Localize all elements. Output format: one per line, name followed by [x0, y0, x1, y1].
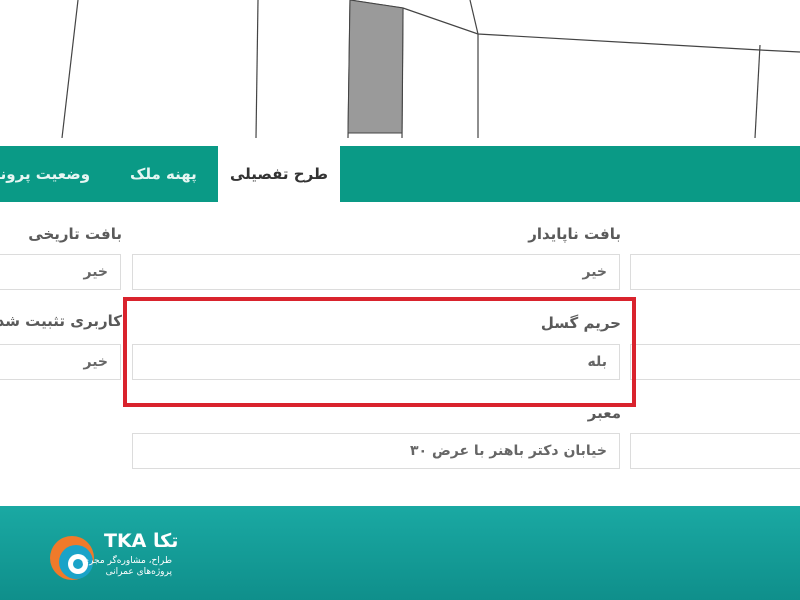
field-right-partial[interactable] [630, 254, 800, 290]
label-fault-zone: حریم گسل [540, 314, 621, 332]
map-boundary-line [469, 0, 479, 35]
brand-tagline-1: طراح، مشاوره‌گر مجری [82, 556, 172, 566]
field-unstable-fabric[interactable]: خیر [132, 254, 620, 290]
brand-tagline-2: پروژه‌های عمرانی [105, 567, 172, 577]
field-fixed-usage[interactable]: خیر [0, 344, 121, 380]
tab-property-zone[interactable]: پهنه ملک [130, 146, 197, 202]
parcel-map[interactable] [0, 0, 800, 138]
field-right-partial[interactable] [630, 433, 800, 469]
brand-latin: TKA [104, 530, 147, 552]
field-historic-fabric[interactable]: خیر [0, 254, 121, 290]
field-fault-zone[interactable]: بله [132, 344, 620, 380]
brand-name: TKA تکا [104, 530, 178, 552]
brand-persian: تکا [153, 530, 179, 552]
label-fixed-usage: کاربری تثبیت شد [0, 312, 122, 330]
field-right-partial[interactable] [630, 344, 800, 380]
label-unstable-fabric: بافت ناپایدار [528, 225, 621, 243]
map-boundary-line [255, 0, 259, 138]
tab-file-status[interactable]: وضعیت پروند [0, 146, 90, 202]
label-passage: معبر [587, 404, 621, 422]
field-passage[interactable]: خیابان دکتر باهنر با عرض ۳۰ [132, 433, 620, 469]
map-boundary-line [61, 0, 79, 138]
label-historic-fabric: بافت تاریخی [28, 225, 122, 243]
tab-detailed-plan[interactable]: طرح تفصیلی [218, 146, 340, 202]
selected-parcel[interactable] [347, 0, 404, 134]
footer-banner: TKA تکا طراح، مشاوره‌گر مجری پروژه‌های ع… [0, 506, 800, 600]
tab-bar: طرح تفصیلی پهنه ملک وضعیت پروند [0, 146, 800, 202]
map-boundary-line [349, 0, 800, 53]
map-boundary-line [754, 44, 761, 138]
